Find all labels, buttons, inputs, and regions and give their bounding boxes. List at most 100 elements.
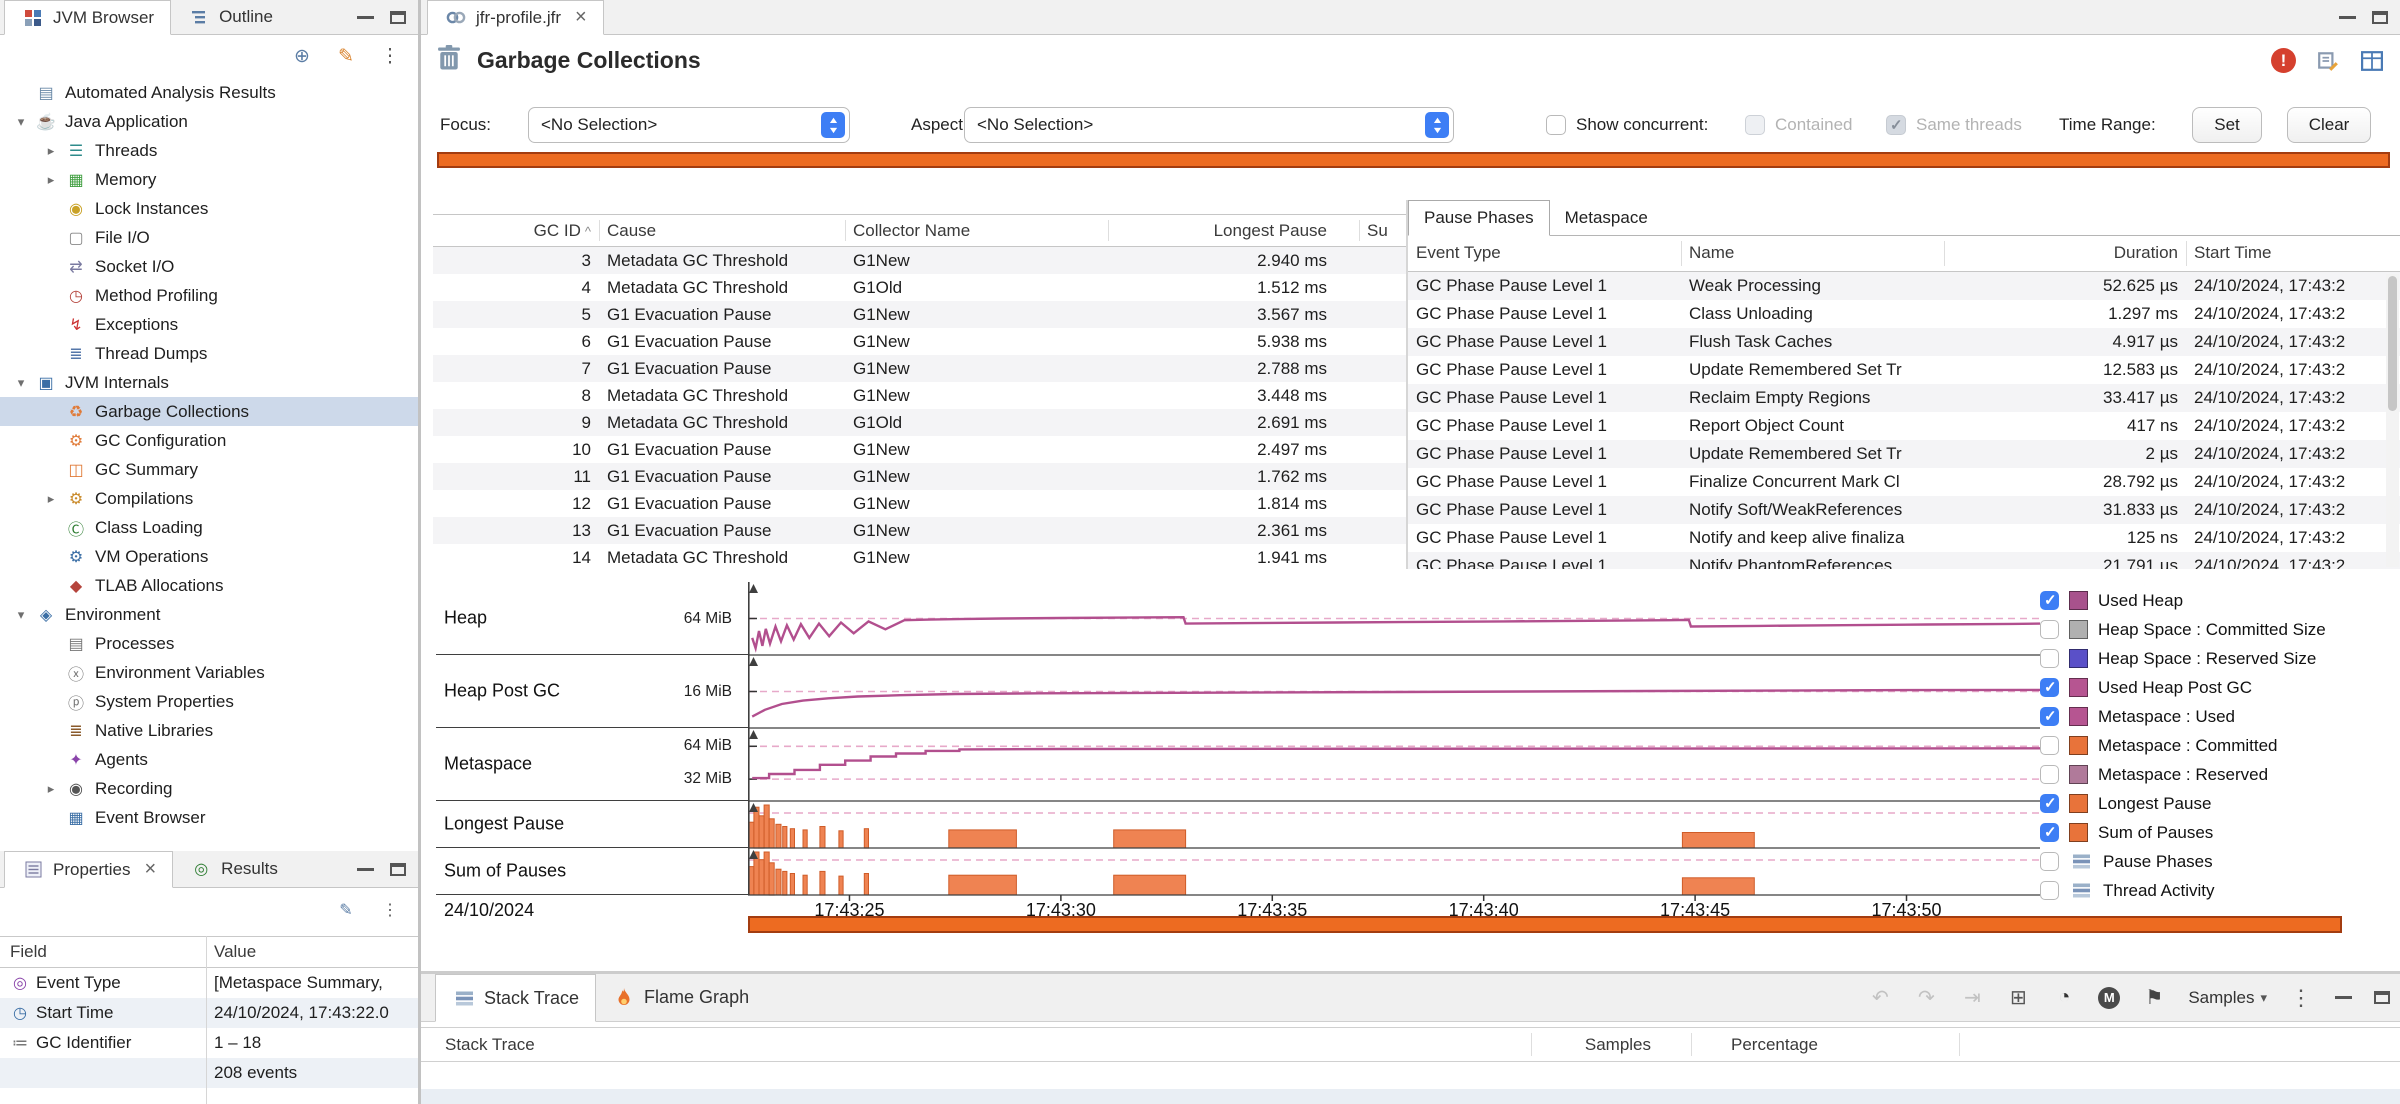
legend-item-metaspace-committed[interactable]: Metaspace : Committed [2040, 731, 2396, 760]
sidebar-item-class-loading[interactable]: Ⓒ Class Loading [0, 513, 418, 542]
column-header-sum[interactable]: Su [1367, 215, 1388, 246]
flush-icon[interactable]: ✎ [334, 45, 358, 68]
legend-checkbox[interactable] [2040, 765, 2059, 784]
maximize-icon[interactable] [390, 862, 406, 876]
gc-table-row[interactable]: 3 Metadata GC Threshold G1New 2.940 ms [433, 247, 1406, 274]
column-header[interactable]: Value [214, 937, 256, 967]
legend-checkbox[interactable] [2040, 881, 2059, 900]
column-header-name[interactable]: Name [1689, 236, 1734, 270]
legend-item-heap-space-committed-size[interactable]: Heap Space : Committed Size [2040, 615, 2396, 644]
sidebar-tab-jvm-browser[interactable]: JVM Browser [4, 0, 172, 35]
legend-checkbox[interactable] [2040, 678, 2059, 697]
sidebar-item-native-libraries[interactable]: ≣ Native Libraries [0, 716, 418, 745]
sidebar-item-garbage-collections[interactable]: ♻ Garbage Collections [0, 397, 418, 426]
sidebar-item-gc-summary[interactable]: ◫ GC Summary [0, 455, 418, 484]
properties-row[interactable]: ≔ GC Identifier 1 – 18 [0, 1028, 418, 1058]
maximize-icon[interactable] [2372, 10, 2388, 24]
sidebar-item-agents[interactable]: ✦ Agents [0, 745, 418, 774]
gc-table-row[interactable]: 11 G1 Evacuation Pause G1New 1.762 ms [433, 463, 1406, 490]
close-icon[interactable]: × [144, 858, 156, 881]
legend-checkbox[interactable] [2040, 707, 2059, 726]
column-header-samples[interactable]: Samples [1421, 1028, 1651, 1061]
legend-item-used-heap-post-gc[interactable]: Used Heap Post GC [2040, 673, 2396, 702]
legend-checkbox[interactable] [2040, 620, 2059, 639]
stack-tab-stack-trace[interactable]: Stack Trace [435, 974, 597, 1022]
stack-tab-flame-graph[interactable]: Flame Graph [596, 974, 765, 1021]
tab-metaspace[interactable]: Metaspace [1550, 200, 1663, 235]
sidebar-item-java-application[interactable]: ▾ ☕ Java Application [0, 107, 418, 136]
column-header-duration[interactable]: Duration [1948, 236, 2178, 270]
column-header[interactable]: Field [10, 937, 47, 967]
prev-icon[interactable]: ↶ [1868, 985, 1892, 1010]
chart-range-selector[interactable] [748, 916, 2342, 933]
legend-checkbox[interactable] [2040, 736, 2059, 755]
legend-item-used-heap[interactable]: Used Heap [2040, 586, 2396, 615]
phase-table-row[interactable]: GC Phase Pause Level 1 Reclaim Empty Regi… [1408, 384, 2400, 412]
phase-table-row[interactable]: GC Phase Pause Level 1 Update Remembered … [1408, 440, 2400, 468]
gc-table-row[interactable]: 6 G1 Evacuation Pause G1New 5.938 ms [433, 328, 1406, 355]
legend-item-pause-phases[interactable]: Pause Phases [2040, 847, 2396, 876]
editor-tab-jfr-profile-jfr[interactable]: jfr-profile.jfr × [427, 0, 604, 35]
sidebar-item-environment[interactable]: ▾ ◈ Environment [0, 600, 418, 629]
gc-table-row[interactable]: 10 G1 Evacuation Pause G1New 2.497 ms [433, 436, 1406, 463]
legend-checkbox[interactable] [2040, 823, 2059, 842]
same-threads-checkbox[interactable] [1886, 115, 1906, 135]
sidebar-item-jvm-internals[interactable]: ▾ ▣ JVM Internals [0, 368, 418, 397]
column-header-event-type[interactable]: Event Type [1416, 236, 1501, 270]
sidebar-item-method-profiling[interactable]: ◷ Method Profiling [0, 281, 418, 310]
sidebar-item-recording[interactable]: ▸ ◉ Recording [0, 774, 418, 803]
gc-table-row[interactable]: 8 Metadata GC Threshold G1New 3.448 ms [433, 382, 1406, 409]
collapsed-arrow-icon[interactable]: ▸ [38, 172, 64, 188]
time-range-set-button[interactable]: Set [2192, 107, 2262, 143]
column-header-longest-pause[interactable]: Longest Pause [1099, 215, 1327, 246]
phase-table-row[interactable]: GC Phase Pause Level 1 Report Object Coun… [1408, 412, 2400, 440]
expanded-arrow-icon[interactable]: ▾ [8, 607, 34, 623]
method-group-icon[interactable]: M [2098, 986, 2121, 1009]
properties-row[interactable]: ◎ Event Type [Metaspace Summary, [0, 968, 418, 998]
column-header-percentage[interactable]: Percentage [1731, 1028, 1818, 1061]
sidebar-item-compilations[interactable]: ▸ ⚙ Compilations [0, 484, 418, 513]
legend-item-longest-pause[interactable]: Longest Pause [2040, 789, 2396, 818]
legend-checkbox[interactable] [2040, 591, 2059, 610]
time-range-selector[interactable] [437, 152, 2390, 168]
legend-item-thread-activity[interactable]: Thread Activity [2040, 876, 2396, 905]
gc-table-row[interactable]: 9 Metadata GC Threshold G1Old 2.691 ms [433, 409, 1406, 436]
sidebar-item-automated-analysis-results[interactable]: ▤ Automated Analysis Results [0, 78, 418, 107]
column-header-collector[interactable]: Collector Name [853, 215, 970, 246]
phase-table-row[interactable]: GC Phase Pause Level 1 Class Unloading 1.2… [1408, 300, 2400, 328]
column-header-cause[interactable]: Cause [607, 215, 656, 246]
maximize-icon[interactable] [390, 10, 406, 24]
gc-table-row[interactable]: 4 Metadata GC Threshold G1Old 1.512 ms [433, 274, 1406, 301]
time-range-clear-button[interactable]: Clear [2287, 107, 2371, 143]
connect-icon[interactable]: ⊕ [290, 45, 314, 68]
expanded-arrow-icon[interactable]: ▾ [8, 375, 34, 391]
sidebar-item-threads[interactable]: ▸ ☰ Threads [0, 136, 418, 165]
sidebar-item-exceptions[interactable]: ↯ Exceptions [0, 310, 418, 339]
menu-icon[interactable]: ⋮ [378, 900, 402, 920]
gc-table-row[interactable]: 13 G1 Evacuation Pause G1New 2.361 ms [433, 517, 1406, 544]
gc-table-row[interactable]: 7 G1 Evacuation Pause G1New 2.788 ms [433, 355, 1406, 382]
minimize-icon[interactable] [357, 867, 374, 871]
stack-table-empty-row[interactable] [421, 1089, 2400, 1104]
phase-table-row[interactable]: GC Phase Pause Level 1 Notify Soft/WeakRe… [1408, 496, 2400, 524]
column-header-stack-trace[interactable]: Stack Trace [445, 1028, 535, 1061]
minimize-icon[interactable] [357, 15, 374, 19]
collapsed-arrow-icon[interactable]: ▸ [38, 143, 64, 159]
sidebar-item-system-properties[interactable]: ⓟ System Properties [0, 687, 418, 716]
phase-table-row[interactable]: GC Phase Pause Level 1 Notify PhantomRefe… [1408, 552, 2400, 569]
column-header-start-time[interactable]: Start Time [2194, 236, 2271, 270]
legend-item-metaspace-reserved[interactable]: Metaspace : Reserved [2040, 760, 2396, 789]
minimize-icon[interactable] [2339, 15, 2356, 19]
scrollbar-thumb[interactable] [2388, 276, 2397, 411]
tree-view-icon[interactable]: ⊞ [2006, 985, 2030, 1010]
focus-dropdown[interactable]: <No Selection> ▲ ▼ [528, 107, 850, 143]
sidebar-item-memory[interactable]: ▸ ▦ Memory [0, 165, 418, 194]
view-settings-icon[interactable] [2316, 50, 2340, 72]
maximize-icon[interactable] [2374, 991, 2390, 1004]
sidebar-item-gc-configuration[interactable]: ⚙ GC Configuration [0, 426, 418, 455]
tab-pause-phases[interactable]: Pause Phases [1408, 200, 1550, 236]
gc-table-row[interactable]: 12 G1 Evacuation Pause G1New 1.814 ms [433, 490, 1406, 517]
thread-flag-icon[interactable]: ⚑ [2142, 985, 2166, 1010]
legend-checkbox[interactable] [2040, 852, 2059, 871]
sidebar-tab-outline[interactable]: Outline [171, 0, 289, 34]
